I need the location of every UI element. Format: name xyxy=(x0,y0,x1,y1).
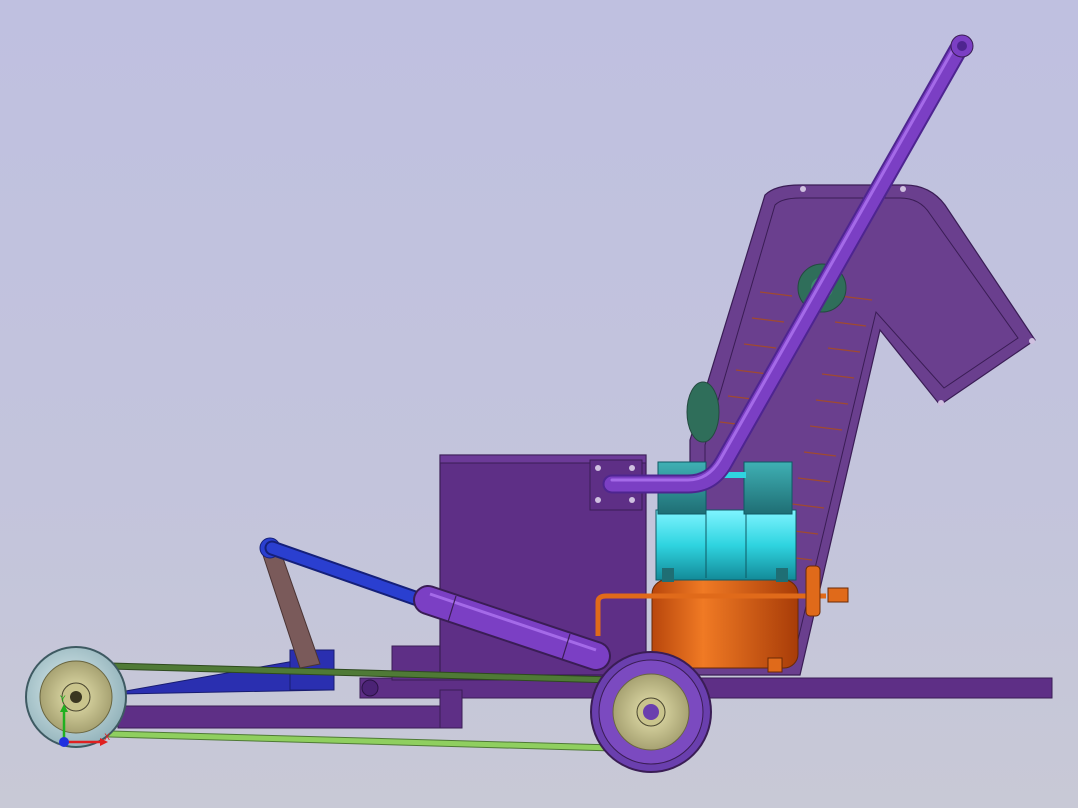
cad-viewport[interactable]: X Y xyxy=(0,0,1078,808)
rear-pulley-wheel xyxy=(590,651,712,773)
front-pulley-wheel xyxy=(25,646,127,748)
model-canvas[interactable]: X Y xyxy=(0,0,1078,808)
triad-y-label: Y xyxy=(59,695,66,705)
triad-x-label: X xyxy=(104,733,110,743)
